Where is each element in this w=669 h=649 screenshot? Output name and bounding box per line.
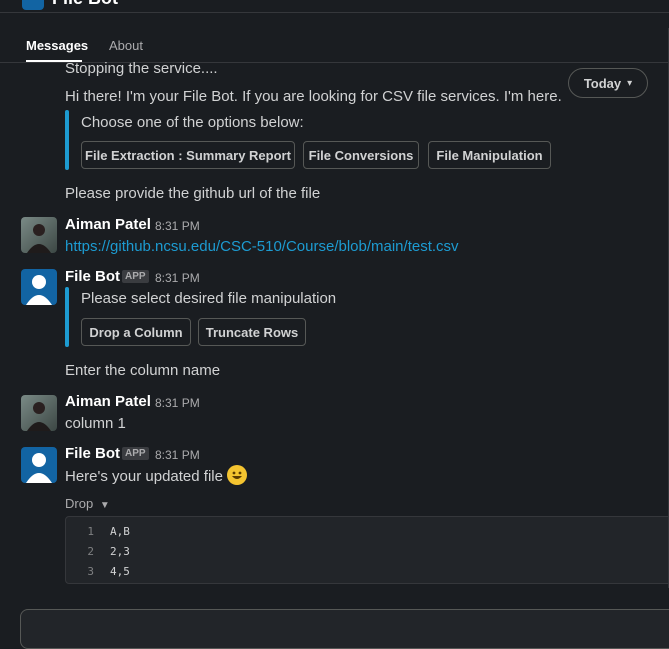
sender-name[interactable]: File Bot <box>65 445 120 462</box>
avatar[interactable] <box>21 217 57 253</box>
file-name-toggle[interactable]: Drop ▼ <box>65 496 110 511</box>
file-preview[interactable]: 1 A,B 2 2,3 3 4,5 <box>65 516 669 584</box>
message-text: Enter the column name <box>65 362 221 379</box>
tab-about[interactable]: About <box>109 38 143 53</box>
sender-name[interactable]: Aiman Patel <box>65 216 151 233</box>
sender-name[interactable]: Aiman Patel <box>65 393 151 410</box>
line-content: 2,3 <box>110 545 130 558</box>
attachment-bar <box>65 110 69 170</box>
file-conversions-button[interactable]: File Conversions <box>303 141 419 169</box>
message-text: Here's your updated file <box>65 467 223 485</box>
attachment-bar <box>65 287 69 347</box>
caret-down-icon: ▼ <box>99 500 110 511</box>
file-manipulation-button[interactable]: File Manipulation <box>428 141 551 169</box>
bot-user-icon <box>26 275 52 305</box>
chevron-down-icon: ▾ <box>627 77 633 89</box>
date-label: Today <box>583 75 622 91</box>
bot-user-icon <box>26 453 52 483</box>
line-content: A,B <box>110 525 130 538</box>
message-text: column 1 <box>65 415 126 432</box>
truncate-rows-button[interactable]: Truncate Rows <box>198 318 306 346</box>
message-timestamp[interactable]: 8:31 PM <box>155 219 200 233</box>
sender-name[interactable]: File Bot <box>65 268 120 285</box>
app-title[interactable]: File Bot <box>52 0 118 9</box>
file-name: Drop <box>65 496 94 511</box>
app-badge: APP <box>122 447 149 460</box>
line-number: 3 <box>87 565 94 578</box>
user-photo-icon <box>27 402 51 431</box>
attachment-text: Choose one of the options below: <box>81 114 304 131</box>
app-logo-icon <box>22 0 44 10</box>
tab-messages[interactable]: Messages <box>26 38 88 53</box>
grinning-face-emoji-icon <box>226 465 247 485</box>
message-text-row: Here's your updated file <box>65 465 247 487</box>
message-timestamp[interactable]: 8:31 PM <box>155 271 200 285</box>
line-content: 4,5 <box>110 565 130 578</box>
drop-column-button[interactable]: Drop a Column <box>81 318 191 346</box>
file-extraction-button[interactable]: File Extraction : Summary Report <box>81 141 295 169</box>
line-number: 2 <box>87 545 94 558</box>
app-badge: APP <box>122 270 149 283</box>
file-url-link[interactable]: https://github.ncsu.edu/CSC-510/Course/b… <box>65 238 459 255</box>
user-photo-icon <box>27 224 51 253</box>
line-number: 1 <box>87 525 94 538</box>
message-text: Please provide the github url of the fil… <box>65 185 321 202</box>
avatar[interactable] <box>21 269 57 305</box>
date-divider-button[interactable]: Today ▾ <box>568 68 648 98</box>
message-text: Stopping the service.... <box>65 60 218 77</box>
avatar[interactable] <box>21 447 57 483</box>
message-timestamp[interactable]: 8:31 PM <box>155 448 200 462</box>
attachment-text: Please select desired file manipulation <box>81 290 337 307</box>
message-text: Hi there! I'm your File Bot. If you are … <box>65 88 562 105</box>
message-timestamp[interactable]: 8:31 PM <box>155 396 200 410</box>
avatar[interactable] <box>21 395 57 431</box>
app-header: File Bot <box>0 0 669 13</box>
tab-bar: Messages About <box>0 28 669 63</box>
message-composer[interactable] <box>20 609 669 649</box>
